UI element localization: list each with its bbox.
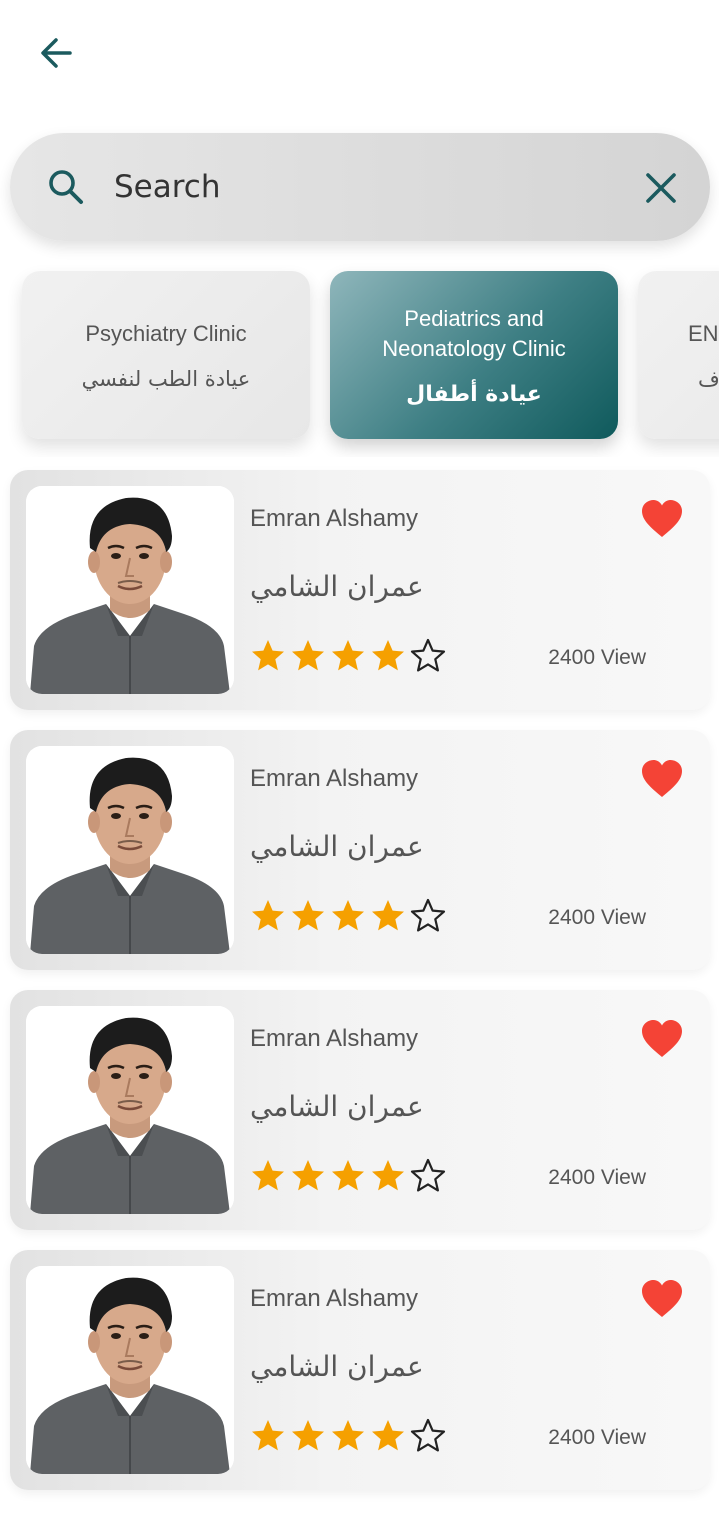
star-filled-icon [332, 900, 364, 931]
star-filled-icon [292, 1160, 324, 1191]
heart-icon[interactable] [640, 498, 684, 542]
clinic-name-en: Pediatrics and Neonatology Clinic [382, 305, 566, 361]
doctor-name-ar: عمران الشامي [250, 1350, 424, 1383]
doctor-photo [26, 486, 234, 694]
rating-stars [250, 638, 446, 674]
clinic-tabs: Psychiatry Clinic عيادة الطب لنفسي Pedia… [0, 262, 719, 457]
clinic-name-en: ENT [688, 321, 719, 346]
star-filled-icon [332, 1420, 364, 1451]
star-filled-icon [292, 640, 324, 671]
doctor-card[interactable]: Emran Alshamy عمران الشامي 2400 View [10, 990, 710, 1230]
clinic-name-ar: ف [698, 367, 719, 391]
heart-icon[interactable] [640, 1018, 684, 1062]
doctor-photo [26, 1266, 234, 1474]
view-count: 2400 View [548, 906, 646, 929]
doctor-card[interactable]: Emran Alshamy عمران الشامي 2400 View [10, 730, 710, 970]
star-filled-icon [292, 1420, 324, 1451]
star-filled-icon [332, 640, 364, 671]
star-filled-icon [332, 1160, 364, 1191]
star-filled-icon [252, 900, 284, 931]
heart-icon[interactable] [640, 1278, 684, 1322]
rating-stars [250, 898, 446, 934]
doctor-card[interactable]: Emran Alshamy عمران الشامي 2400 View [10, 1250, 710, 1490]
tab-psychiatry-clinic[interactable]: Psychiatry Clinic عيادة الطب لنفسي [22, 271, 310, 439]
star-outline-icon [410, 1418, 446, 1452]
doctor-photo [26, 746, 234, 954]
view-count: 2400 View [548, 1426, 646, 1449]
star-filled-icon [372, 900, 404, 931]
star-filled-icon [252, 640, 284, 671]
doctor-name-ar: عمران الشامي [250, 1090, 424, 1123]
star-outline-icon [410, 1158, 446, 1192]
doctor-search-screen: Psychiatry Clinic عيادة الطب لنفسي Pedia… [0, 0, 719, 1537]
star-filled-icon [372, 1420, 404, 1451]
doctor-card[interactable]: Emran Alshamy عمران الشامي 2400 View [10, 470, 710, 710]
doctor-name-en: Emran Alshamy [250, 1285, 419, 1312]
star-filled-icon [292, 900, 324, 931]
arrow-left-icon [41, 38, 72, 68]
star-outline-icon [410, 898, 446, 932]
clinic-name-en: Psychiatry Clinic [85, 321, 247, 346]
rating-stars [250, 1418, 446, 1454]
star-filled-icon [252, 1420, 284, 1451]
search-icon[interactable] [46, 167, 86, 207]
view-count: 2400 View [548, 1166, 646, 1189]
doctor-photo [26, 1006, 234, 1214]
star-filled-icon [372, 1160, 404, 1191]
star-outline-icon [410, 638, 446, 672]
back-button[interactable] [32, 32, 80, 74]
close-icon[interactable] [642, 169, 680, 207]
heart-icon[interactable] [640, 758, 684, 802]
search-input[interactable] [114, 163, 614, 211]
rating-stars [250, 1158, 446, 1194]
tab-ent-clinic[interactable]: ENT ف [638, 271, 719, 439]
tab-pediatrics-clinic[interactable]: Pediatrics and Neonatology Clinic عيادة … [330, 271, 618, 439]
search-bar [10, 133, 710, 241]
clinic-name-ar: عيادة أطفال [406, 381, 542, 407]
star-filled-icon [372, 640, 404, 671]
view-count: 2400 View [548, 646, 646, 669]
doctor-name-en: Emran Alshamy [250, 505, 419, 532]
clinic-name-ar: عيادة الطب لنفسي [81, 367, 251, 391]
doctor-name-en: Emran Alshamy [250, 765, 419, 792]
doctor-name-ar: عمران الشامي [250, 830, 424, 863]
star-filled-icon [252, 1160, 284, 1191]
doctor-name-ar: عمران الشامي [250, 570, 424, 603]
doctor-name-en: Emran Alshamy [250, 1025, 419, 1052]
